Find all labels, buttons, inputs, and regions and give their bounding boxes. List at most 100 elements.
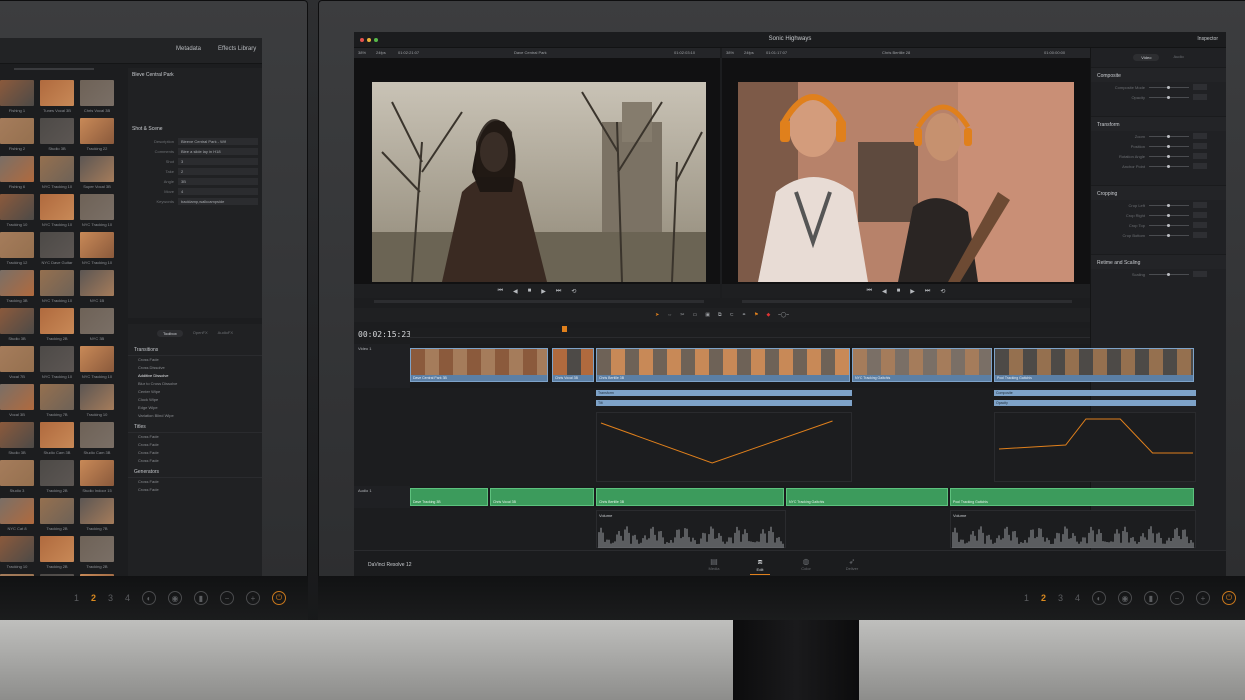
inspector-value-field[interactable]	[1193, 84, 1207, 90]
video-clip[interactable]: Dave Central Park 3B	[410, 348, 548, 382]
inspector-value-field[interactable]	[1193, 212, 1207, 218]
media-thumb[interactable]: Vocal 3B	[0, 384, 34, 420]
inspector-value-field[interactable]	[1193, 202, 1207, 208]
reverse-icon[interactable]: ◀	[513, 288, 518, 295]
inspector-section-title[interactable]: Retime and Scaling	[1091, 254, 1226, 269]
r-minus-icon[interactable]: −	[1170, 591, 1184, 605]
fx-item[interactable]: Cross Fade	[128, 486, 262, 494]
media-thumb[interactable]: Tracking 22	[80, 118, 114, 154]
media-thumb[interactable]: Tracking 10	[80, 384, 114, 420]
inspector-value-field[interactable]	[1193, 232, 1207, 238]
flag-icon[interactable]: ⚑	[754, 312, 758, 318]
inspector-value-field[interactable]	[1193, 163, 1207, 169]
inspector-section-title[interactable]: Transform	[1091, 116, 1226, 131]
audio-clip[interactable]: NYC Tracking Gaitchis	[786, 488, 948, 506]
media-thumb[interactable]: NYC Tracking 10	[40, 194, 74, 230]
media-thumb[interactable]: Tracking 2B	[40, 308, 74, 344]
media-thumb[interactable]: NYC Tracking 10	[80, 232, 114, 268]
audio-clip[interactable]: Dave Tracking 3B	[410, 488, 488, 506]
inspector-button[interactable]: Inspector	[1197, 36, 1218, 42]
bezel-num-1[interactable]: 1	[74, 593, 79, 603]
fx-item[interactable]: Cross Fade	[128, 441, 262, 449]
insert-icon[interactable]: ▭	[693, 312, 698, 318]
r-bezel-num-3[interactable]: 3	[1058, 593, 1063, 603]
replace-icon[interactable]: ⧉	[718, 312, 722, 318]
tl-stop-icon[interactable]: ■	[897, 288, 901, 294]
r-bezel-num-4[interactable]: 4	[1075, 593, 1080, 603]
fx-item[interactable]: Cross Fade	[128, 457, 262, 465]
media-thumb[interactable]: Tracking 2B	[40, 536, 74, 572]
media-thumb[interactable]: Studio 3B	[40, 118, 74, 154]
media-thumb[interactable]: NYC Tracking 10	[40, 270, 74, 306]
r-brightness-icon[interactable]: ◉	[1118, 591, 1132, 605]
media-thumb[interactable]: Studio Indoor 15	[80, 460, 114, 496]
fx-tab[interactable]: Toolbox	[156, 330, 183, 337]
media-thumb[interactable]: Super Vocal 3B	[80, 156, 114, 192]
tab-metadata[interactable]: Metadata	[176, 46, 201, 52]
media-thumb[interactable]: Tracking 3B	[0, 270, 34, 306]
nav-media[interactable]: ▤ Media	[694, 557, 734, 571]
meta-field-input[interactable]: 4	[178, 187, 258, 195]
media-thumb[interactable]: Tracking 2B	[40, 460, 74, 496]
inspector-slider[interactable]	[1149, 154, 1189, 158]
timeline-viewer[interactable]	[722, 58, 1090, 284]
power-icon[interactable]: ⏻	[272, 591, 286, 605]
tl-reverse-icon[interactable]: ◀	[882, 288, 887, 295]
media-thumb[interactable]: NYC Cat 8	[0, 498, 34, 534]
play-icon[interactable]: ▶	[541, 288, 546, 295]
source-scrub-bar[interactable]	[374, 300, 704, 303]
inspector-slider[interactable]	[1149, 95, 1189, 99]
media-thumb[interactable]: NYC Tracking 10	[80, 194, 114, 230]
fx-tab[interactable]: OpenFX	[193, 330, 208, 337]
curve-editor[interactable]	[994, 412, 1196, 482]
timeline-zoom[interactable]: 38%	[726, 50, 734, 55]
fx-item[interactable]: Cross Fade	[128, 433, 262, 441]
meta-field-input[interactable]: Bleeve Central Park - Wif	[178, 137, 258, 145]
input-icon[interactable]: ◐	[142, 591, 156, 605]
tl-jump-end-icon[interactable]: ⏭	[925, 288, 930, 295]
media-thumb[interactable]: Vocal 7B	[0, 346, 34, 382]
volume-editor[interactable]: Volume	[596, 510, 786, 548]
timeline-ruler[interactable]	[410, 328, 1090, 338]
media-thumb[interactable]: NYC 3B	[80, 308, 114, 344]
media-thumb[interactable]: Fishing 1	[0, 80, 34, 116]
keyframe-track[interactable]: Opacity	[994, 400, 1196, 406]
fx-item[interactable]: Additive Dissolve	[128, 372, 262, 380]
stop-icon[interactable]: ■	[528, 288, 532, 294]
meta-field-input[interactable]: Blee a slide lay in H18	[178, 147, 258, 155]
media-thumb[interactable]: Tracking 10	[0, 194, 34, 230]
jump-end-icon[interactable]: ⏭	[556, 288, 561, 295]
meta-field-input[interactable]: 3	[178, 157, 258, 165]
r-input-icon[interactable]: ◐	[1092, 591, 1106, 605]
tl-jump-start-icon[interactable]: ⏮	[867, 288, 872, 295]
media-thumb[interactable]: Fishing 6	[0, 156, 34, 192]
keyframe-track[interactable]: Transform	[596, 390, 852, 396]
r-bezel-num-1[interactable]: 1	[1024, 593, 1029, 603]
inspector-value-field[interactable]	[1193, 153, 1207, 159]
tab-audio[interactable]: Audio	[1173, 54, 1183, 61]
keyframe-track[interactable]: Composite	[994, 390, 1196, 396]
audio-clip[interactable]: Chris Bertille 3B	[596, 488, 784, 506]
fx-item[interactable]: Blur to Cross Dissolve	[128, 380, 262, 388]
r-plus-icon[interactable]: +	[1196, 591, 1210, 605]
r-battery-icon[interactable]: ▮	[1144, 591, 1158, 605]
media-thumb[interactable]: Studio 3B	[0, 422, 34, 458]
media-thumb[interactable]: Tracking 2B	[80, 536, 114, 572]
fx-item[interactable]: Center Wipe	[128, 388, 262, 396]
marker-icon[interactable]: ◆	[766, 312, 770, 318]
trim-tool-icon[interactable]: ⇔	[667, 312, 672, 318]
fx-item[interactable]: Edge Wipe	[128, 404, 262, 412]
selection-tool-icon[interactable]: ➤	[655, 312, 659, 318]
timeline-scrub-bar[interactable]	[742, 300, 1072, 303]
inspector-slider[interactable]	[1149, 85, 1189, 89]
inspector-slider[interactable]	[1149, 144, 1189, 148]
media-thumb[interactable]: Tracking 10	[0, 536, 34, 572]
fx-item[interactable]: Cross Dissolve	[128, 364, 262, 372]
tab-effects-library[interactable]: Effects Library	[218, 46, 256, 52]
media-thumb[interactable]: Studio Cam 3B	[40, 422, 74, 458]
nav-deliver[interactable]: ➶ Deliver	[832, 557, 872, 571]
inspector-value-field[interactable]	[1193, 94, 1207, 100]
video-clip[interactable]: Chris Bertille 3B	[596, 348, 850, 382]
nav-color[interactable]: ◍ Color	[786, 557, 826, 571]
fx-item[interactable]: Clock Wipe	[128, 396, 262, 404]
